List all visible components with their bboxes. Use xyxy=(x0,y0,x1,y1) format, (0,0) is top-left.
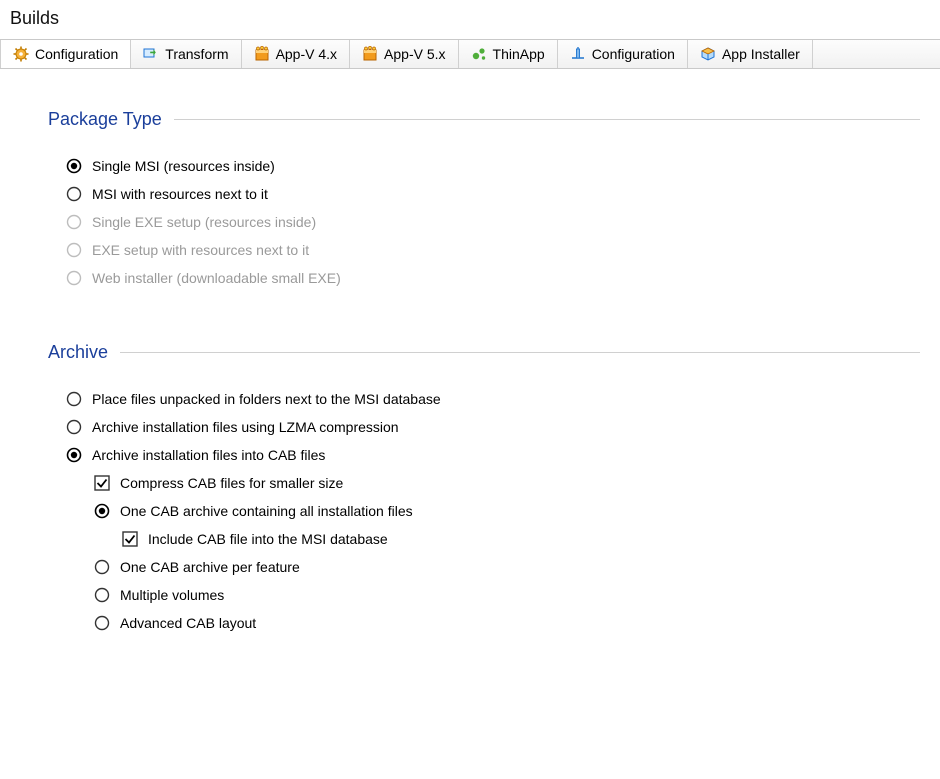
tab-configuration[interactable]: Configuration xyxy=(0,40,131,68)
option-label: EXE setup with resources next to it xyxy=(90,242,309,258)
content-area: Package Type Single MSI (resources insid… xyxy=(0,69,940,657)
option-label: Archive installation files using LZMA co… xyxy=(90,419,399,435)
radio-control-icon xyxy=(66,270,82,286)
radio-option[interactable]: Advanced CAB layout xyxy=(94,609,920,637)
radio-control-icon xyxy=(94,503,110,519)
radio-option: Single EXE setup (resources inside) xyxy=(66,208,920,236)
config-blue-icon xyxy=(570,46,586,62)
radio-option[interactable]: One CAB archive containing all installat… xyxy=(94,497,920,525)
checkbox-control-icon xyxy=(122,531,138,547)
tab-label: Configuration xyxy=(592,46,675,62)
radio-control-icon xyxy=(66,158,82,174)
option-label: Single EXE setup (resources inside) xyxy=(90,214,316,230)
option-label: Include CAB file into the MSI database xyxy=(146,531,388,547)
option-label: One CAB archive per feature xyxy=(118,559,300,575)
option-label: MSI with resources next to it xyxy=(90,186,268,202)
thinapp-icon xyxy=(471,46,487,62)
section-divider xyxy=(120,352,920,353)
option-label: Compress CAB files for smaller size xyxy=(118,475,343,491)
radio-option: EXE setup with resources next to it xyxy=(66,236,920,264)
radio-control-icon xyxy=(94,587,110,603)
package-type-options: Single MSI (resources inside) MSI with re… xyxy=(48,142,920,292)
checkbox-control-icon xyxy=(94,475,110,491)
tabbar: Configuration Transform App-V 4.x App-V 5.x… xyxy=(0,39,940,69)
tab-appv5[interactable]: App-V 5.x xyxy=(350,40,458,68)
radio-option[interactable]: Single MSI (resources inside) xyxy=(66,152,920,180)
tab-transform[interactable]: Transform xyxy=(131,40,241,68)
option-label: Place files unpacked in folders next to … xyxy=(90,391,441,407)
radio-option[interactable]: One CAB archive per feature xyxy=(94,553,920,581)
radio-control-icon xyxy=(66,447,82,463)
appv-orange-icon xyxy=(254,46,270,62)
radio-control-icon xyxy=(94,615,110,631)
tab-label: App Installer xyxy=(722,46,800,62)
tab-configuration2[interactable]: Configuration xyxy=(558,40,688,68)
radio-control-icon xyxy=(66,419,82,435)
section-title-archive: Archive xyxy=(48,342,108,363)
checkbox-option[interactable]: Compress CAB files for smaller size xyxy=(94,469,920,497)
radio-control-icon xyxy=(66,391,82,407)
app-installer-icon xyxy=(700,46,716,62)
radio-option[interactable]: MSI with resources next to it xyxy=(66,180,920,208)
appv-orange-icon xyxy=(362,46,378,62)
section-title-package-type: Package Type xyxy=(48,109,162,130)
radio-option[interactable]: Archive installation files into CAB file… xyxy=(66,441,920,469)
radio-control-icon xyxy=(66,242,82,258)
radio-option: Web installer (downloadable small EXE) xyxy=(66,264,920,292)
option-label: Web installer (downloadable small EXE) xyxy=(90,270,341,286)
tab-label: Configuration xyxy=(35,46,118,62)
tab-thinapp[interactable]: ThinApp xyxy=(459,40,558,68)
option-label: Advanced CAB layout xyxy=(118,615,256,631)
gear-icon xyxy=(13,46,29,62)
radio-control-icon xyxy=(66,214,82,230)
transform-icon xyxy=(143,46,159,62)
option-label: Archive installation files into CAB file… xyxy=(90,447,325,463)
option-label: One CAB archive containing all installat… xyxy=(118,503,413,519)
tab-label: App-V 5.x xyxy=(384,46,445,62)
radio-control-icon xyxy=(94,559,110,575)
radio-option[interactable]: Place files unpacked in folders next to … xyxy=(66,385,920,413)
tab-appinstaller[interactable]: App Installer xyxy=(688,40,813,68)
section-divider xyxy=(174,119,920,120)
tab-appv4[interactable]: App-V 4.x xyxy=(242,40,350,68)
radio-option[interactable]: Multiple volumes xyxy=(94,581,920,609)
section-header-package-type: Package Type xyxy=(48,109,920,130)
radio-control-icon xyxy=(66,186,82,202)
tab-label: Transform xyxy=(165,46,228,62)
section-header-archive: Archive xyxy=(48,342,920,363)
option-label: Single MSI (resources inside) xyxy=(90,158,275,174)
tab-label: ThinApp xyxy=(493,46,545,62)
tab-label: App-V 4.x xyxy=(276,46,337,62)
checkbox-option[interactable]: Include CAB file into the MSI database xyxy=(122,525,920,553)
radio-option[interactable]: Archive installation files using LZMA co… xyxy=(66,413,920,441)
archive-options: Place files unpacked in folders next to … xyxy=(48,375,920,637)
page-title: Builds xyxy=(0,0,940,39)
option-label: Multiple volumes xyxy=(118,587,224,603)
